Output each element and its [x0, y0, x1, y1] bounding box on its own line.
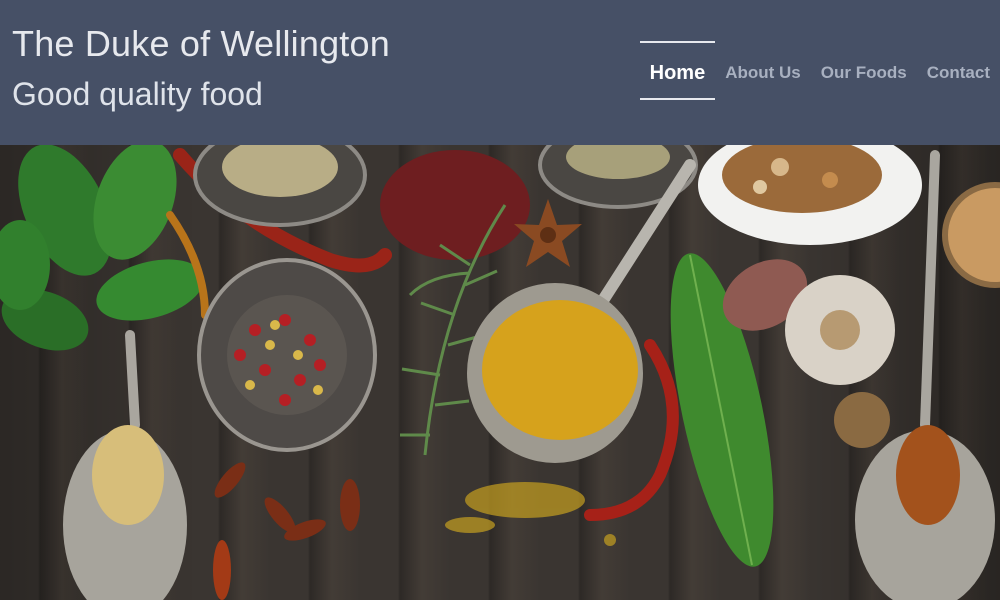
site-header: The Duke of Wellington Good quality food…: [0, 0, 1000, 145]
glass-bowl-seeds: [193, 145, 367, 227]
cloves: [213, 462, 360, 600]
nav-home[interactable]: Home: [639, 21, 716, 125]
cork-jar: [942, 182, 1000, 288]
spices-illustration: [0, 145, 1000, 600]
glass-bowl-peppercorns: [197, 258, 377, 452]
nav-about-us[interactable]: About Us: [715, 21, 811, 125]
white-bowl-dried-spices: [698, 145, 922, 245]
brand: The Duke of Wellington Good quality food: [12, 22, 390, 116]
spoon-mustard-seeds: [63, 330, 187, 600]
sumac-pile: [380, 150, 530, 260]
nav-our-foods[interactable]: Our Foods: [811, 21, 917, 125]
nutmeg: [834, 392, 890, 448]
hero-image: [0, 145, 1000, 600]
basil-leaves: [0, 145, 204, 351]
nav-contact[interactable]: Contact: [917, 21, 1000, 125]
site-tagline: Good quality food: [12, 76, 263, 112]
main-nav: Home About Us Our Foods Contact: [639, 0, 1000, 145]
site-title[interactable]: The Duke of Wellington: [12, 22, 390, 66]
